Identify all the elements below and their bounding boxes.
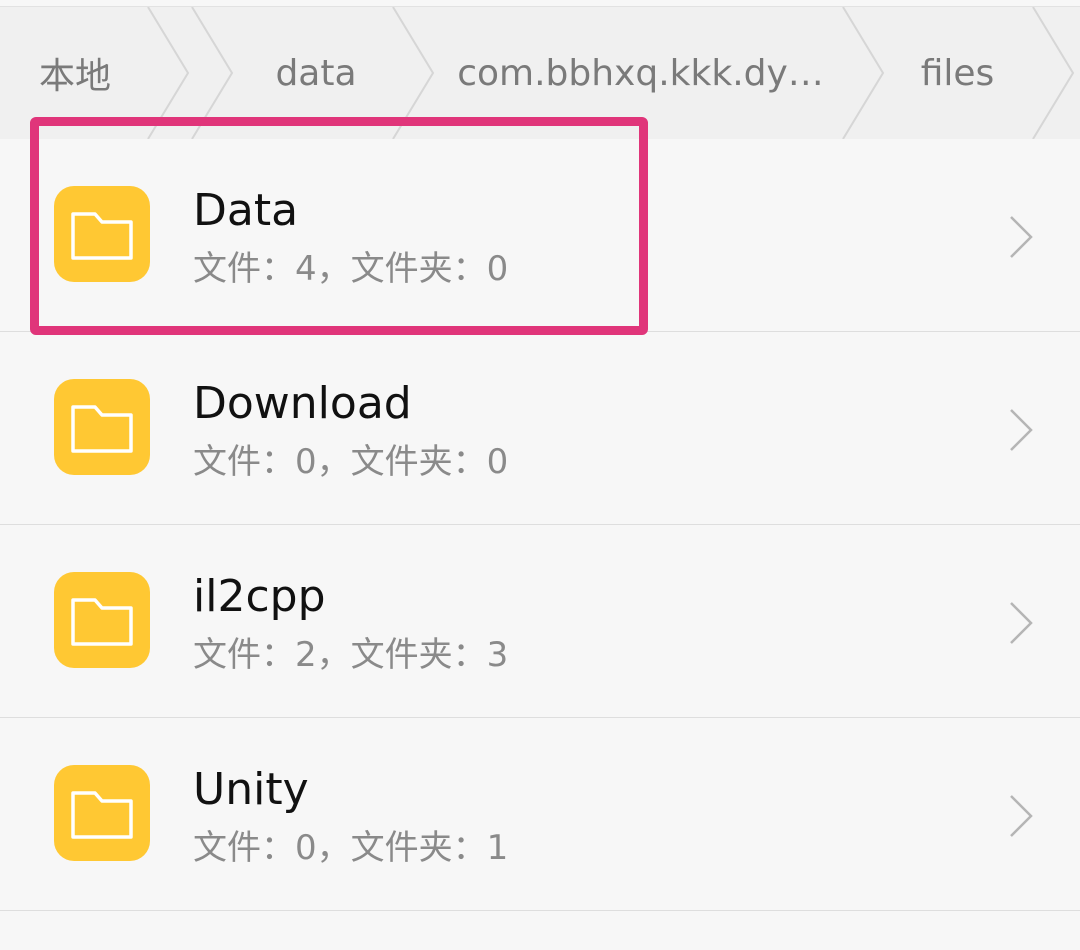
breadcrumb-separator-icon <box>147 7 234 139</box>
breadcrumb-item-files[interactable]: files <box>885 7 1030 139</box>
folder-summary: 文件：0，文件夹：0 <box>193 442 509 482</box>
breadcrumb-separator-icon <box>392 7 435 139</box>
folder-row-unity[interactable]: Unity 文件：0，文件夹：1 <box>0 718 1080 911</box>
file-manager-screen: 本地 data com.bbhxq.kkk.dy… files Data 文件：… <box>0 0 1080 950</box>
folder-row-download[interactable]: Download 文件：0，文件夹：0 <box>0 332 1080 525</box>
folder-icon <box>54 186 150 282</box>
folder-summary: 文件：4，文件夹：0 <box>193 249 509 289</box>
folder-icon <box>54 765 150 861</box>
breadcrumb-item-package[interactable]: com.bbhxq.kkk.dy… <box>438 7 843 139</box>
breadcrumb-item-label: data <box>275 52 357 94</box>
chevron-right-icon <box>1010 216 1033 258</box>
folder-icon <box>54 379 150 475</box>
chevron-right-icon <box>1010 795 1033 837</box>
folder-list: Data 文件：4，文件夹：0 Download 文件：0，文件夹：0 il2c… <box>0 139 1080 911</box>
folder-summary: 文件：0，文件夹：1 <box>193 828 509 868</box>
folder-name: Data <box>193 185 299 236</box>
folder-row-data[interactable]: Data 文件：4，文件夹：0 <box>0 139 1080 332</box>
folder-row-il2cpp[interactable]: il2cpp 文件：2，文件夹：3 <box>0 525 1080 718</box>
chevron-right-icon <box>1010 409 1033 451</box>
breadcrumb-item-label: 本地 <box>38 56 111 97</box>
breadcrumb-item-label: files <box>920 52 995 94</box>
folder-icon <box>54 572 150 668</box>
folder-name: Unity <box>193 764 309 815</box>
breadcrumb: 本地 data com.bbhxq.kkk.dy… files <box>0 6 1080 140</box>
breadcrumb-item-label: com.bbhxq.kkk.dy… <box>457 52 824 94</box>
folder-summary: 文件：2，文件夹：3 <box>193 635 509 675</box>
breadcrumb-item-data[interactable]: data <box>230 7 402 139</box>
breadcrumb-separator-icon <box>842 7 885 139</box>
breadcrumb-item-local[interactable]: 本地 <box>0 7 150 139</box>
folder-name: il2cpp <box>193 571 326 622</box>
folder-name: Download <box>193 378 412 429</box>
chevron-right-icon <box>1010 602 1033 644</box>
breadcrumb-separator-icon <box>1032 7 1075 139</box>
